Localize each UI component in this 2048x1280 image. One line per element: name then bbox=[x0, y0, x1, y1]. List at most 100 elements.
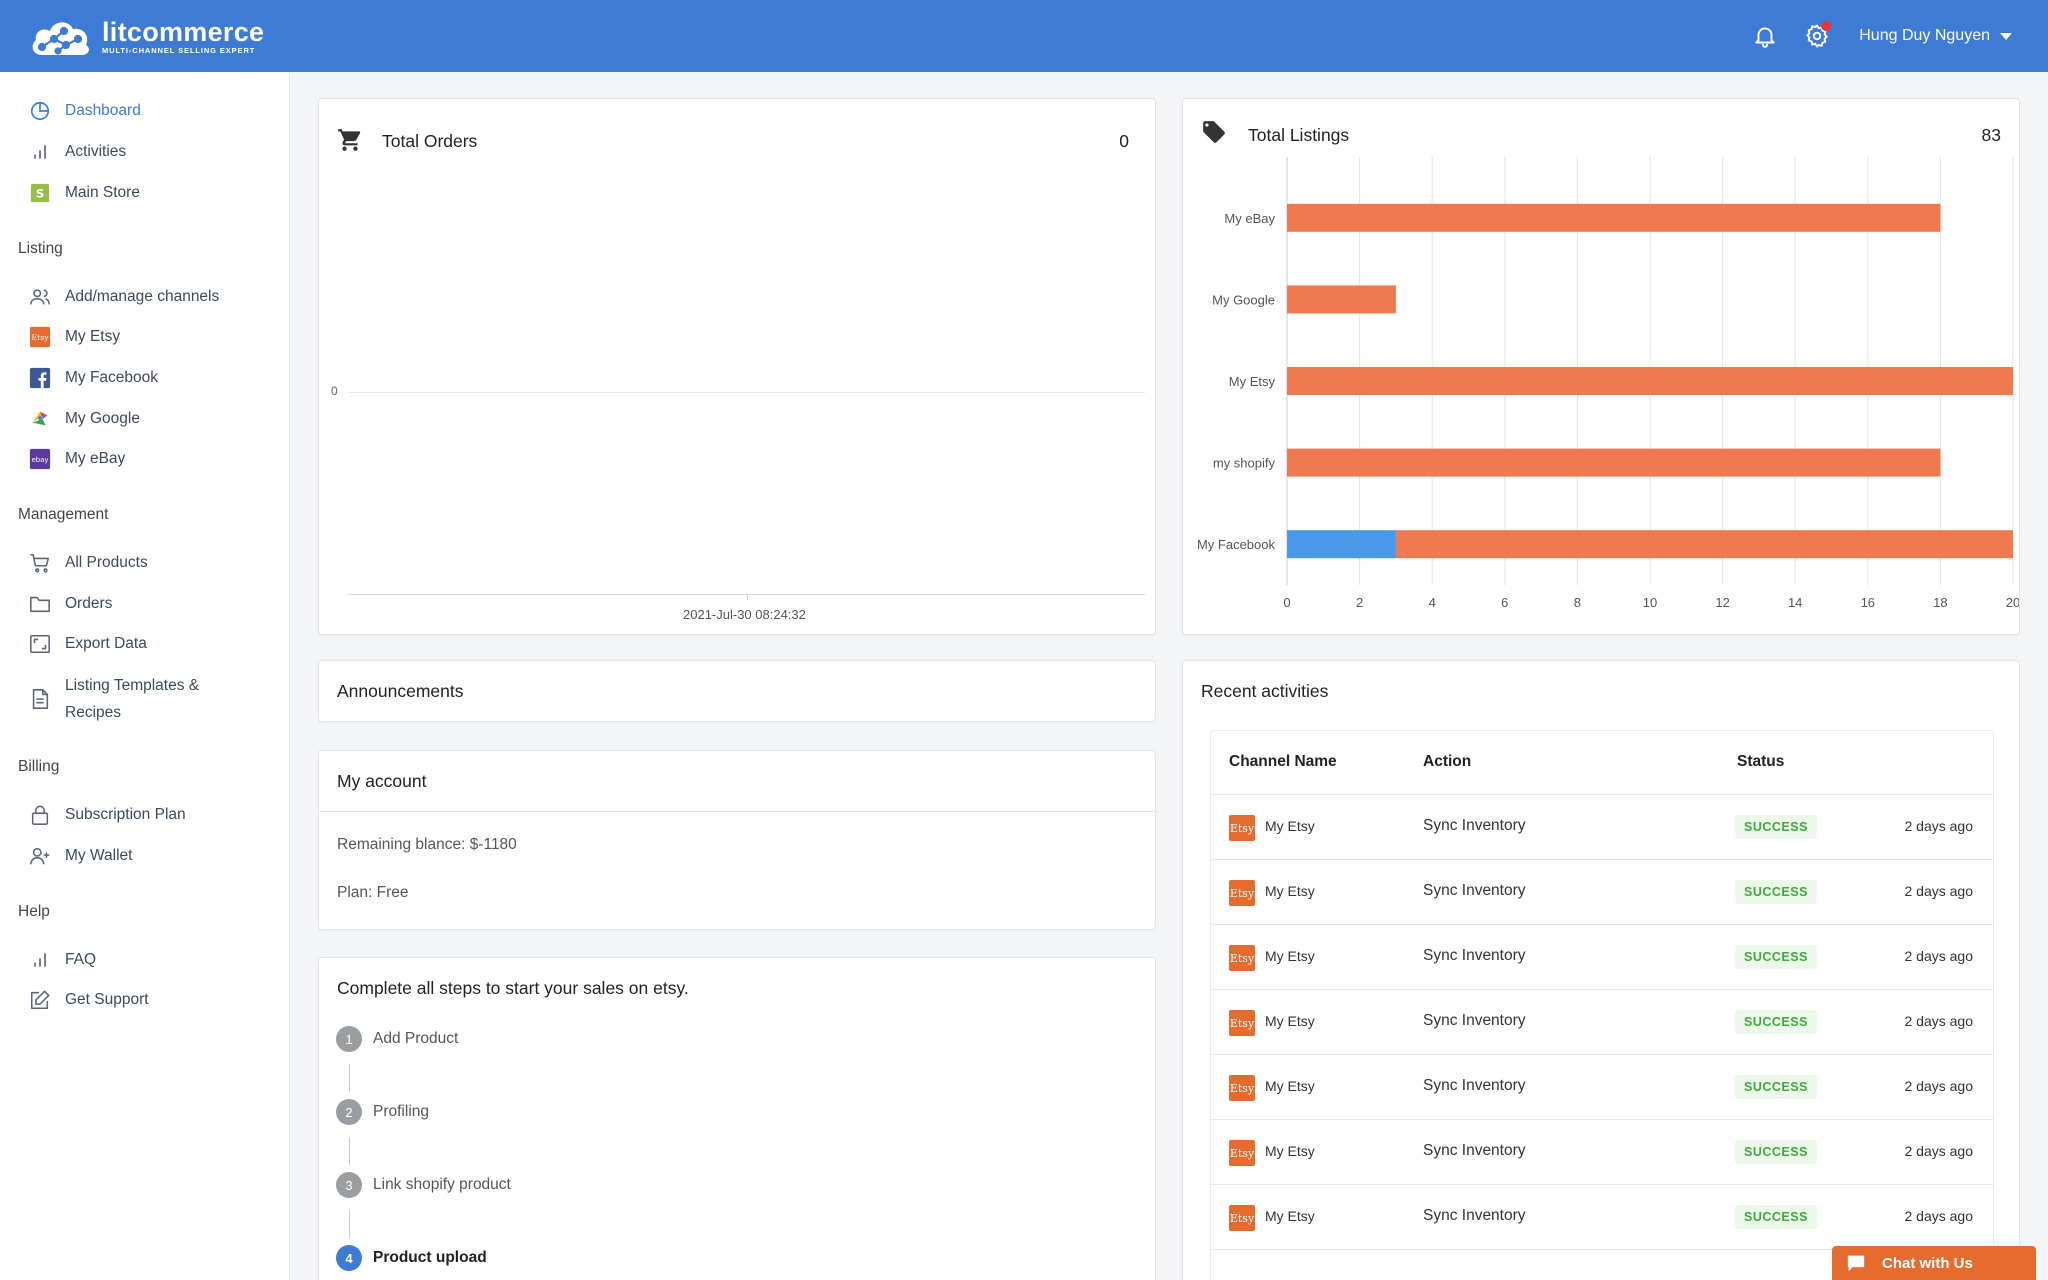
sidebar-item-label: Get Support bbox=[65, 991, 149, 1008]
sidebar-item-label: Listing Templates & Recipes bbox=[65, 677, 200, 721]
sidebar-item-my-ebay[interactable]: ebay My eBay bbox=[28, 442, 278, 476]
total-orders-count: 0 bbox=[1119, 131, 1129, 151]
sidebar-item-my-etsy[interactable]: Etsy My Etsy bbox=[28, 320, 278, 354]
activities-table: Channel Name Action Status Etsy My Etsy … bbox=[1210, 730, 1994, 1280]
step-connector bbox=[349, 1064, 350, 1092]
step-number: 2 bbox=[336, 1099, 362, 1125]
cart-icon bbox=[28, 551, 52, 575]
bar-chart-icon bbox=[28, 140, 52, 164]
orders-y-tick: 0 bbox=[331, 384, 338, 398]
row-action: Sync Inventory bbox=[1423, 1012, 1526, 1029]
x-tick-label: 0 bbox=[1283, 595, 1290, 610]
orders-x-tick-mark bbox=[747, 594, 748, 600]
bell-icon bbox=[1755, 27, 1775, 48]
sidebar-item-label: Export Data bbox=[65, 635, 147, 652]
x-tick-label: 12 bbox=[1715, 595, 1729, 610]
sidebar-item-get-support[interactable]: Get Support bbox=[28, 983, 278, 1017]
sidebar-item-main-store[interactable]: S Main Store bbox=[28, 176, 278, 210]
chevron-down-icon[interactable] bbox=[2000, 32, 2012, 40]
sidebar-item-label: FAQ bbox=[65, 951, 97, 968]
etsy-icon: Etsy bbox=[1229, 1010, 1255, 1036]
sidebar-item-subscription-plan[interactable]: Subscription Plan bbox=[28, 798, 278, 832]
notifications-button[interactable] bbox=[1739, 16, 1791, 56]
chat-label: Chat with Us bbox=[1882, 1254, 1973, 1272]
row-channel: My Etsy bbox=[1265, 818, 1315, 834]
sidebar-item-listing-templates[interactable]: Listing Templates & Recipes bbox=[28, 671, 278, 727]
sidebar: Dashboard Activities S Main Store Listin… bbox=[0, 72, 290, 1280]
plan-text: Plan: Free bbox=[337, 884, 409, 901]
etsy-icon: Etsy bbox=[1229, 1140, 1255, 1166]
table-header: Channel Name Action Status bbox=[1211, 731, 1993, 795]
settings-button[interactable] bbox=[1791, 16, 1843, 56]
x-tick-label: 20 bbox=[2006, 595, 2019, 610]
users-icon bbox=[28, 285, 52, 309]
sidebar-item-faq[interactable]: FAQ bbox=[28, 943, 278, 977]
table-row[interactable]: Etsy My Etsy Sync Inventory SUCCESS 2 da… bbox=[1211, 1055, 1993, 1120]
chat-with-us-button[interactable]: Chat with Us bbox=[1832, 1246, 2036, 1280]
svg-text:S: S bbox=[36, 187, 45, 201]
sidebar-item-export-data[interactable]: Export Data bbox=[28, 627, 278, 661]
status-badge: SUCCESS bbox=[1735, 1205, 1817, 1229]
facebook-icon bbox=[28, 366, 52, 390]
step-add-product[interactable]: 1 Add Product bbox=[336, 1026, 458, 1052]
sidebar-item-label: Dashboard bbox=[65, 102, 141, 119]
orders-x-label: 2021-Jul-30 08:24:32 bbox=[683, 607, 806, 622]
sidebar-item-label: Main Store bbox=[65, 184, 140, 201]
sidebar-item-activities[interactable]: Activities bbox=[28, 135, 278, 169]
table-row[interactable]: Etsy My Etsy Sync Inventory SUCCESS 2 da… bbox=[1211, 925, 1993, 990]
row-time: 2 days ago bbox=[1904, 1143, 1974, 1159]
etsy-icon: Etsy bbox=[1229, 880, 1255, 906]
sidebar-item-my-wallet[interactable]: My Wallet bbox=[28, 839, 278, 873]
user-menu-name[interactable]: Hung Duy Nguyen bbox=[1859, 27, 1990, 45]
x-tick-label: 2 bbox=[1356, 595, 1363, 610]
sidebar-item-my-facebook[interactable]: My Facebook bbox=[28, 361, 278, 395]
sidebar-item-dashboard[interactable]: Dashboard bbox=[28, 94, 278, 128]
row-channel: My Etsy bbox=[1265, 948, 1315, 964]
sidebar-item-add-manage-channels[interactable]: Add/manage channels bbox=[28, 280, 278, 314]
etsy-icon: Etsy bbox=[28, 325, 52, 349]
step-profiling[interactable]: 2 Profiling bbox=[336, 1099, 429, 1125]
brand-logo[interactable]: litcommerce MULTI-CHANNEL SELLING EXPERT bbox=[28, 15, 264, 57]
sidebar-item-label: All Products bbox=[65, 554, 148, 571]
row-action: Sync Inventory bbox=[1423, 1077, 1526, 1094]
sidebar-item-label: Subscription Plan bbox=[65, 806, 186, 823]
chat-bubble-icon bbox=[1847, 1255, 1865, 1272]
step-link-shopify-product[interactable]: 3 Link shopify product bbox=[336, 1172, 511, 1198]
sidebar-item-all-products[interactable]: All Products bbox=[28, 546, 278, 580]
step-product-upload[interactable]: 4 Product upload bbox=[336, 1245, 487, 1271]
row-channel: My Etsy bbox=[1265, 883, 1315, 899]
export-icon bbox=[28, 632, 52, 656]
pie-chart-icon bbox=[28, 99, 52, 123]
brand-name: litcommerce bbox=[102, 16, 265, 47]
row-time: 2 days ago bbox=[1904, 948, 1974, 964]
sidebar-section-billing: Billing bbox=[18, 758, 60, 775]
sidebar-item-orders[interactable]: Orders bbox=[28, 587, 278, 621]
step-number: 4 bbox=[336, 1245, 362, 1271]
row-channel: My Etsy bbox=[1265, 1143, 1315, 1159]
remaining-balance: Remaining blance: $-1180 bbox=[337, 836, 517, 853]
folder-icon bbox=[28, 592, 52, 616]
sidebar-item-label: My Wallet bbox=[65, 847, 133, 864]
table-row[interactable]: Etsy My Etsy Sync Inventory SUCCESS 2 da… bbox=[1211, 860, 1993, 925]
y-category-label: my shopify bbox=[1213, 456, 1276, 471]
row-action: Sync Inventory bbox=[1423, 882, 1526, 899]
step-label: Add Product bbox=[373, 1030, 459, 1047]
row-time: 2 days ago bbox=[1904, 818, 1974, 834]
row-time: 2 days ago bbox=[1904, 1208, 1974, 1224]
announcements-card[interactable]: Announcements bbox=[318, 660, 1156, 722]
y-category-label: My Facebook bbox=[1197, 537, 1276, 552]
table-row[interactable]: Etsy My Etsy Sync Inventory SUCCESS 2 da… bbox=[1211, 990, 1993, 1055]
table-row[interactable]: Etsy My Etsy Sync Inventory SUCCESS 2 da… bbox=[1211, 1185, 1993, 1250]
row-action: Sync Inventory bbox=[1423, 1207, 1526, 1224]
ebay-icon: ebay bbox=[28, 447, 52, 471]
cloud-network-icon bbox=[32, 22, 89, 55]
step-label: Link shopify product bbox=[373, 1176, 511, 1193]
table-row[interactable]: Etsy My Etsy Sync Inventory SUCCESS 2 da… bbox=[1211, 795, 1993, 860]
google-icon bbox=[28, 407, 52, 431]
bar bbox=[1287, 367, 2013, 395]
row-action: Sync Inventory bbox=[1423, 947, 1526, 964]
x-tick-label: 14 bbox=[1788, 595, 1802, 610]
sidebar-item-my-google[interactable]: My Google bbox=[28, 402, 278, 436]
row-action: Sync Inventory bbox=[1423, 1142, 1526, 1159]
table-row[interactable]: Etsy My Etsy Sync Inventory SUCCESS 2 da… bbox=[1211, 1120, 1993, 1185]
